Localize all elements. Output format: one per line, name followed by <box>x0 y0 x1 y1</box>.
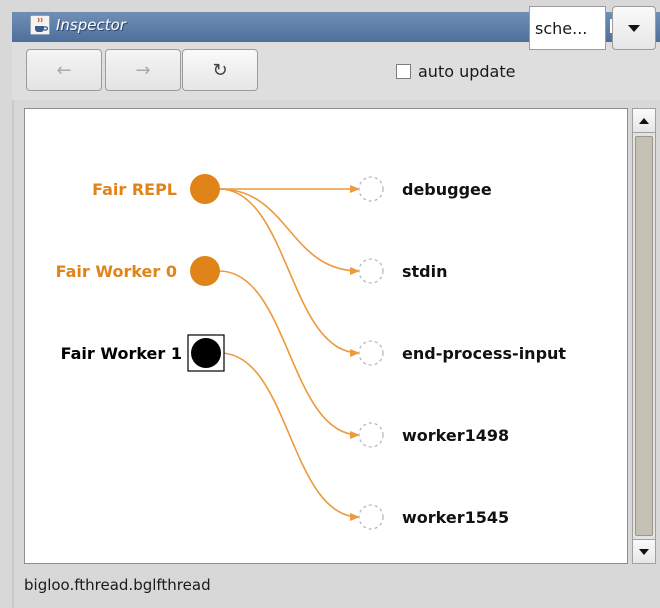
back-arrow-icon: ← <box>56 59 72 81</box>
inspector-window: Inspector ← → ↻ auto update sche... Fair… <box>0 0 660 608</box>
view-selector-dropdown-button[interactable] <box>612 6 656 50</box>
auto-update-checkbox[interactable] <box>396 63 411 79</box>
view-selector-value: sche... <box>535 18 588 38</box>
chevron-down-icon <box>628 25 640 32</box>
graph-edge <box>218 188 360 357</box>
thread-node-label: Fair REPL <box>92 180 177 199</box>
signal-node[interactable] <box>358 176 384 202</box>
arrow-down-icon <box>639 549 649 555</box>
thread-node-label: Fair Worker 0 <box>56 262 177 281</box>
signal-node-label: end-process-input <box>402 344 566 363</box>
graph-canvas[interactable]: Fair REPL Fair Worker 0 Fair Worker 1 debug… <box>24 108 628 564</box>
graph-edge <box>218 270 360 439</box>
graph-edge <box>218 188 360 275</box>
auto-update-label: auto update <box>418 61 516 81</box>
arrow-up-icon <box>639 118 649 124</box>
thread-node[interactable] <box>191 338 221 368</box>
signal-node[interactable] <box>358 340 384 366</box>
scroll-up-button[interactable] <box>633 109 655 133</box>
refresh-icon: ↻ <box>212 59 228 81</box>
back-button[interactable]: ← <box>26 49 102 91</box>
signal-node[interactable] <box>358 504 384 530</box>
vertical-scrollbar[interactable] <box>632 108 656 564</box>
thread-graph: Fair REPL Fair Worker 0 Fair Worker 1 debug… <box>56 174 566 530</box>
refresh-button[interactable]: ↻ <box>182 49 258 91</box>
window-title: Inspector <box>56 16 126 34</box>
signal-node-label: debuggee <box>402 180 492 199</box>
signal-node-label: worker1498 <box>402 426 509 445</box>
thread-node[interactable] <box>190 256 220 286</box>
forward-arrow-icon: → <box>135 59 151 81</box>
java-cup-icon <box>30 15 50 35</box>
signal-node-label: stdin <box>402 262 448 281</box>
graph-edge <box>219 352 360 521</box>
forward-button[interactable]: → <box>105 49 181 91</box>
thread-node-label: Fair Worker 1 <box>61 344 182 363</box>
window-edge <box>12 100 14 608</box>
signal-node[interactable] <box>358 258 384 284</box>
scroll-down-button[interactable] <box>633 539 655 563</box>
scrollbar-thumb[interactable] <box>635 136 653 536</box>
view-selector[interactable]: sche... <box>529 6 606 50</box>
toolbar: ← → ↻ auto update <box>12 42 660 100</box>
signal-node[interactable] <box>358 422 384 448</box>
thread-node[interactable] <box>190 174 220 204</box>
signal-node-label: worker1545 <box>402 508 509 527</box>
status-text: bigloo.fthread.bglfthread <box>24 576 211 594</box>
auto-update-toggle[interactable]: auto update <box>396 58 515 84</box>
